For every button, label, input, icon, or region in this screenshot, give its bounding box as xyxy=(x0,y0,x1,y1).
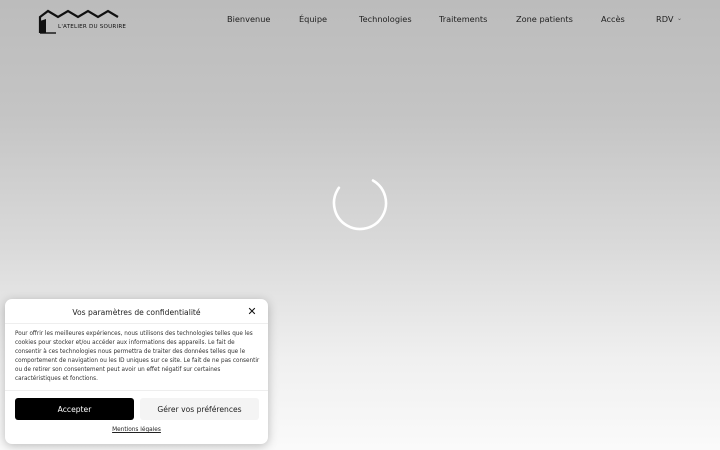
legal-notice-link[interactable]: Mentions légales xyxy=(5,427,268,433)
cookie-dialog-title: Vos paramètres de confidentialité xyxy=(72,308,201,317)
loading-spinner-icon xyxy=(332,175,388,231)
nav-item-equipe[interactable]: Équipe xyxy=(299,14,327,24)
nav-item-acces[interactable]: Accès xyxy=(601,14,625,24)
manage-preferences-button[interactable]: Gérer vos préférences xyxy=(140,398,259,420)
close-icon[interactable]: ✕ xyxy=(247,306,257,317)
nav-item-bienvenue[interactable]: Bienvenue xyxy=(227,14,270,24)
site-header: L'ATELIER DU SOURIRE Bienvenue Équipe Te… xyxy=(0,0,720,44)
nav-item-zone-patients[interactable]: Zone patients xyxy=(516,14,573,24)
divider xyxy=(5,323,268,324)
divider xyxy=(5,390,268,391)
chevron-down-icon[interactable]: ⌄ xyxy=(677,15,682,22)
nav-item-traitements[interactable]: Traitements xyxy=(439,14,487,24)
cookie-dialog-text: Pour offrir les meilleures expériences, … xyxy=(15,331,260,382)
main-nav: Bienvenue Équipe Technologies Traitement… xyxy=(0,14,720,28)
nav-item-rdv[interactable]: RDV xyxy=(656,14,673,24)
cookie-consent-dialog: Vos paramètres de confidentialité ✕ Pour… xyxy=(5,299,268,444)
nav-item-technologies[interactable]: Technologies xyxy=(359,14,412,24)
accept-button[interactable]: Accepter xyxy=(15,398,134,420)
